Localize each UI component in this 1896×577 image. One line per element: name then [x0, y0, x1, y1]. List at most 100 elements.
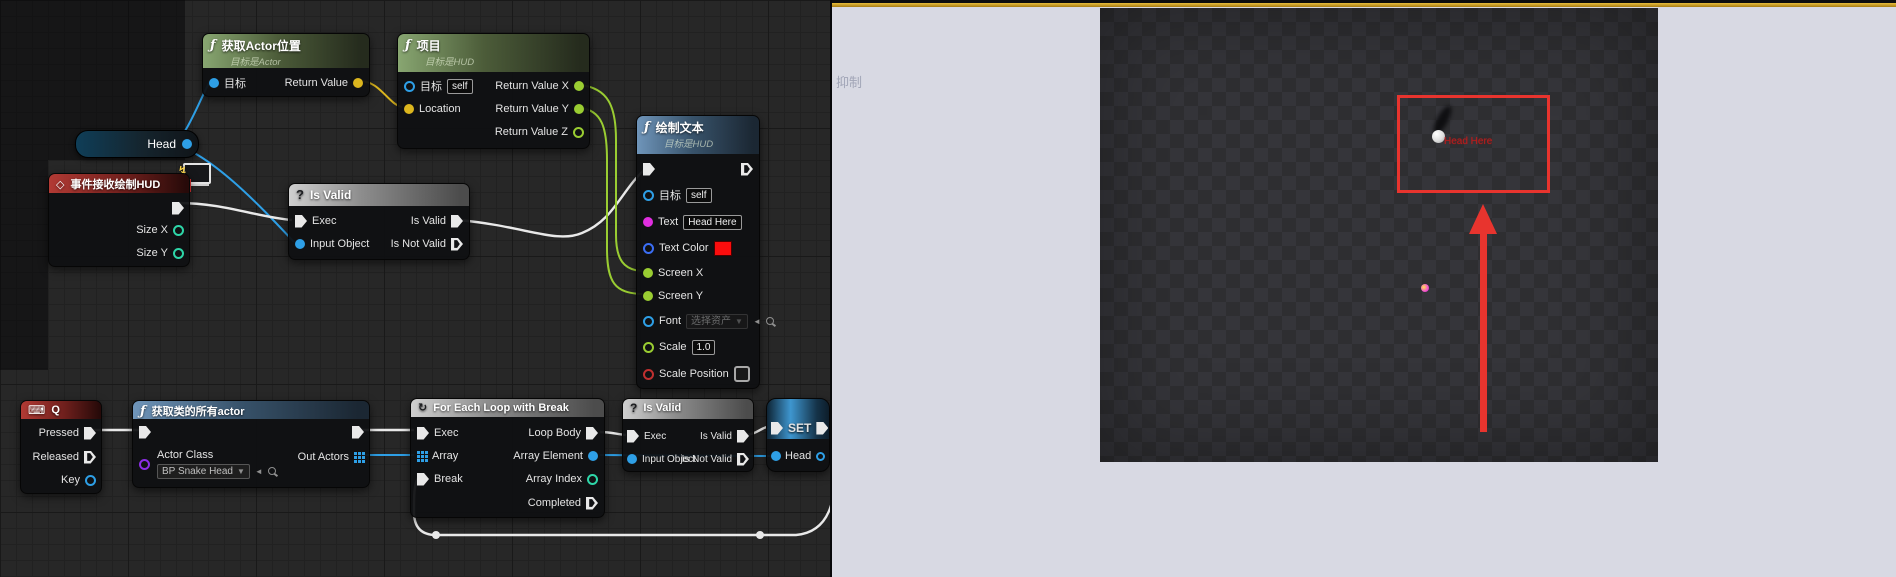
is-not-valid-out-pin[interactable] [451, 238, 463, 251]
exec-in-pin[interactable] [627, 430, 639, 443]
node-head-variable[interactable]: Head [75, 130, 199, 158]
target-pin[interactable] [643, 190, 654, 201]
actor-class-pin[interactable] [139, 459, 150, 470]
node-draw-text[interactable]: ƒ 绘制文本 目标是HUD 目标 self Text Head Here [636, 115, 760, 389]
node-header[interactable]: ƒ 项目 目标是HUD [398, 34, 589, 72]
exec-in-pin[interactable] [771, 422, 783, 435]
node-title: 获取类的所有actor [152, 403, 245, 419]
scale-pin[interactable] [643, 342, 654, 353]
function-icon: ƒ [210, 38, 216, 53]
is-not-valid-out-pin[interactable] [737, 453, 749, 466]
pin-row: Return Value Z [495, 124, 584, 140]
scale-position-checkbox[interactable] [734, 366, 750, 382]
chevron-down-icon: ▼ [237, 465, 245, 478]
size-y-pin[interactable] [173, 248, 184, 259]
node-title: For Each Loop with Break [433, 402, 569, 414]
return-x-pin[interactable] [574, 81, 584, 91]
self-value-box[interactable]: self [686, 188, 712, 203]
key-pin[interactable] [85, 475, 96, 486]
array-index-pin[interactable] [587, 474, 598, 485]
reroute-node[interactable] [756, 531, 764, 539]
text-value-box[interactable]: Head Here [683, 215, 741, 230]
head-in-pin[interactable] [771, 451, 781, 461]
exec-in-pin[interactable] [643, 163, 655, 176]
text-pin[interactable] [643, 217, 653, 227]
node-header[interactable]: ? Is Valid [289, 184, 469, 206]
node-set-head[interactable]: SET Head [766, 398, 830, 472]
is-valid-out-pin[interactable] [451, 215, 463, 228]
head-out-pin[interactable] [816, 452, 825, 461]
use-selected-icon[interactable]: ◄ [255, 467, 263, 476]
node-is-valid-2[interactable]: ? Is Valid Exec Input Object Is Valid Is… [622, 398, 754, 472]
node-header[interactable]: ƒ 绘制文本 目标是HUD [637, 116, 759, 154]
array-pin[interactable] [417, 451, 420, 454]
font-asset-dropdown[interactable]: 选择资产 ▼ [686, 314, 748, 329]
exec-in-pin[interactable] [295, 215, 307, 228]
pin-label: Return Value Y [495, 103, 569, 115]
exec-out-pin[interactable] [172, 202, 184, 215]
node-title: 绘制文本 [656, 119, 704, 136]
scale-value-box[interactable]: 1.0 [692, 340, 716, 355]
released-pin[interactable] [84, 451, 96, 464]
exec-in-pin[interactable] [139, 426, 151, 439]
game-viewport[interactable]: Head Here [1100, 8, 1658, 462]
browse-asset-icon[interactable] [766, 317, 774, 325]
reroute-node[interactable] [432, 531, 440, 539]
self-value-box[interactable]: self [447, 79, 473, 94]
location-pin[interactable] [404, 104, 414, 114]
node-get-all-actors-of-class[interactable]: ƒ 获取类的所有actor Actor Class BP Snake Head … [132, 400, 370, 488]
exec-out-pin[interactable] [816, 422, 828, 435]
pressed-pin[interactable] [84, 427, 96, 440]
return-z-pin[interactable] [573, 127, 584, 138]
node-is-valid-1[interactable]: ? Is Valid Exec Input Object Is Valid Is… [288, 183, 470, 260]
actor-class-dropdown[interactable]: BP Snake Head ▼ [157, 464, 250, 479]
node-header[interactable]: ? Is Valid [623, 399, 753, 419]
head-output-pin[interactable] [182, 139, 192, 149]
loop-body-pin[interactable] [586, 427, 598, 440]
color-swatch[interactable] [714, 241, 732, 256]
pin-label: Out Actors [298, 451, 349, 463]
pin-label: Exec [312, 215, 336, 227]
is-valid-out-pin[interactable] [737, 430, 749, 443]
return-value-pin[interactable] [353, 78, 363, 88]
node-get-actor-location[interactable]: ƒ 获取Actor位置 目标是Actor 目标 Return Value [202, 33, 370, 97]
node-for-each-loop-with-break[interactable]: ↻ For Each Loop with Break Exec Array Br… [410, 398, 605, 518]
target-pin[interactable] [209, 78, 219, 88]
question-icon: ? [296, 187, 304, 202]
exec-out-pin[interactable] [352, 426, 364, 439]
input-object-pin[interactable] [627, 454, 637, 464]
use-selected-icon[interactable]: ◄ [753, 317, 761, 326]
node-header[interactable]: ⌨ Q [21, 401, 101, 419]
exec-out-pin[interactable] [741, 163, 753, 176]
node-header[interactable]: ↻ For Each Loop with Break [411, 399, 604, 417]
question-icon: ? [630, 401, 637, 415]
node-header[interactable]: ƒ 获取类的所有actor [133, 401, 369, 419]
pin-label: Screen X [658, 267, 703, 279]
pin-label: Actor Class [157, 449, 213, 461]
scale-position-pin[interactable] [643, 369, 654, 380]
set-title-row: SET [771, 420, 825, 436]
font-pin[interactable] [643, 316, 654, 327]
exec-in-pin[interactable] [417, 427, 429, 440]
text-color-pin[interactable] [643, 243, 654, 254]
screen-x-pin[interactable] [643, 268, 653, 278]
pin-row: Array Index [526, 471, 598, 487]
node-key-q-event[interactable]: ⌨ Q Pressed Released Key [20, 400, 102, 494]
blueprint-graph-canvas[interactable]: Head ↯ ƒ 获取Actor位置 目标是Actor 目标 Return Va… [0, 0, 832, 577]
pin-label: Is Valid [411, 215, 446, 227]
break-pin[interactable] [417, 473, 429, 486]
size-x-pin[interactable] [173, 225, 184, 236]
input-object-pin[interactable] [295, 239, 305, 249]
completed-pin[interactable] [586, 497, 598, 510]
node-header[interactable]: ƒ 获取Actor位置 目标是Actor [203, 34, 369, 68]
out-actors-array-pin[interactable] [354, 452, 357, 455]
node-event-receive-draw-hud[interactable]: ◇ 事件接收绘制HUD Size X Size Y [48, 173, 190, 267]
screen-y-pin[interactable] [643, 291, 653, 301]
browse-asset-icon[interactable] [268, 467, 276, 475]
return-y-pin[interactable] [574, 104, 584, 114]
target-pin[interactable] [404, 81, 415, 92]
node-header[interactable]: ◇ 事件接收绘制HUD [49, 174, 189, 193]
pin-label: Exec [644, 431, 666, 442]
node-project[interactable]: ƒ 项目 目标是HUD 目标 self Location Return Valu… [397, 33, 590, 149]
array-element-pin[interactable] [588, 451, 598, 461]
